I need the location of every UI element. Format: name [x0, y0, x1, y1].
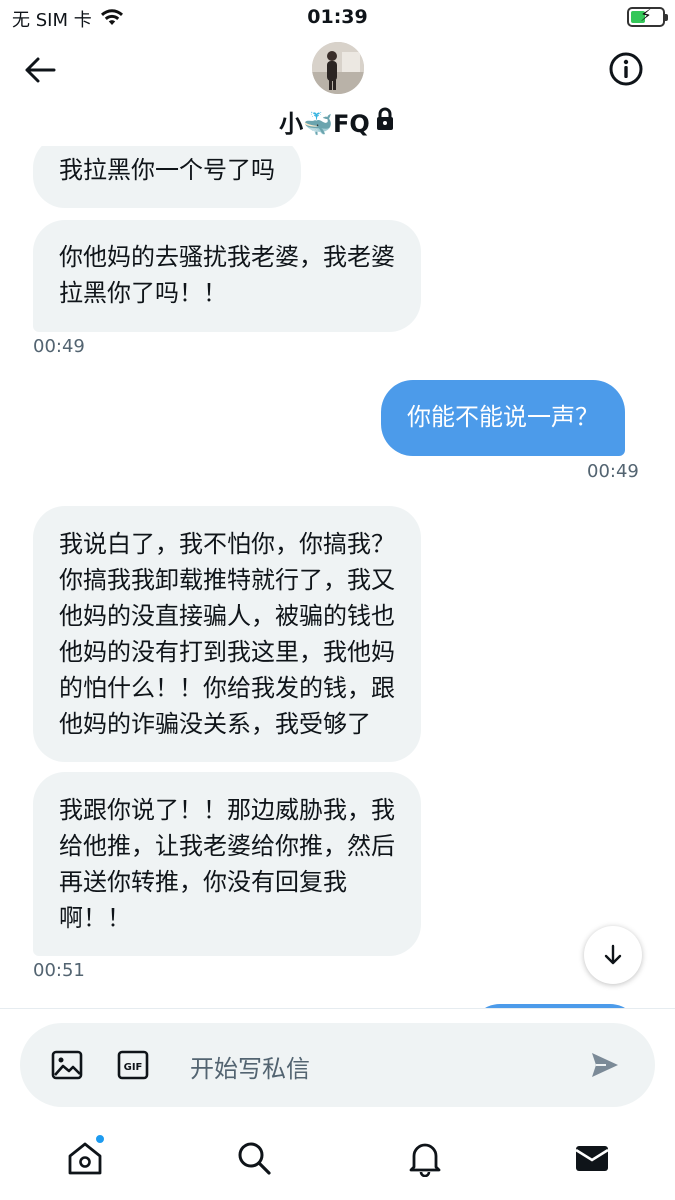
- lock-icon: [374, 107, 396, 137]
- status-bar: 无 SIM 卡 01:39 ⚡: [0, 0, 675, 34]
- message-input[interactable]: 开始写私信: [190, 1049, 310, 1084]
- clock: 01:39: [307, 6, 368, 28]
- tab-messages[interactable]: [572, 1138, 612, 1178]
- charging-icon: ⚡: [640, 6, 652, 26]
- notification-dot: [95, 1134, 105, 1144]
- home-icon: [68, 1142, 102, 1175]
- tab-search[interactable]: [234, 1138, 274, 1178]
- image-button[interactable]: [50, 1048, 84, 1082]
- svg-text:GIF: GIF: [124, 1062, 143, 1073]
- gif-button[interactable]: GIF: [116, 1048, 150, 1082]
- message-list[interactable]: 我拉黑你一个号了吗 你他妈的去骚扰我老婆，我老婆 拉黑你了吗！！ 00:49 你…: [0, 146, 675, 1008]
- message-line: 啊！！: [59, 904, 131, 932]
- message-bubble-incoming[interactable]: 我拉黑你一个号了吗: [33, 146, 301, 208]
- message-bubble-outgoing[interactable]: 你能不能说一声？: [381, 380, 625, 456]
- info-icon: [609, 52, 643, 86]
- send-icon: [592, 1053, 618, 1077]
- battery-icon: ⚡: [627, 6, 668, 27]
- search-icon: [238, 1142, 271, 1175]
- message-line: 拉黑你了吗！！: [59, 279, 227, 307]
- message-timestamp: 00:51: [33, 960, 85, 981]
- mail-icon: [575, 1146, 609, 1171]
- message-timestamp: 00:49: [33, 336, 85, 357]
- arrow-down-icon: [604, 944, 622, 965]
- info-button[interactable]: [607, 50, 645, 88]
- message-line: 给他推，让我老婆给你推，然后: [59, 832, 395, 860]
- scroll-to-bottom-button[interactable]: [584, 926, 642, 984]
- back-button[interactable]: [20, 50, 60, 90]
- contact-name-row[interactable]: 小🐳FQ: [0, 104, 675, 139]
- tab-notifications[interactable]: [405, 1138, 445, 1178]
- tab-bar: [0, 1118, 675, 1200]
- message-bubble-incoming[interactable]: 我说白了，我不怕你，你搞我？ 你搞我我卸载推特就行了，我又 他妈的没直接骗人，被…: [33, 506, 421, 762]
- message-bubble-incoming[interactable]: 你他妈的去骚扰我老婆，我老婆 拉黑你了吗！！: [33, 220, 421, 332]
- message-line: 他妈的没直接骗人，被骗的钱也: [59, 602, 395, 630]
- message-line: 再送你转推，你没有回复我: [59, 868, 347, 896]
- message-timestamp: 00:49: [587, 461, 639, 482]
- message-line: 我拉黑你一个号了吗: [59, 156, 275, 184]
- send-button[interactable]: [588, 1048, 622, 1082]
- gif-icon: GIF: [117, 1050, 149, 1080]
- bell-icon: [409, 1143, 441, 1177]
- message-line: 他妈的没有打到我这里，我他妈: [59, 638, 395, 666]
- composer-bar: GIF 开始写私信: [0, 1008, 675, 1118]
- message-line: 你他妈的去骚扰我老婆，我老婆: [59, 243, 395, 271]
- message-line: 你搞我我卸载推特就行了，我又: [59, 566, 395, 594]
- composer: GIF 开始写私信: [20, 1023, 655, 1107]
- image-icon: [51, 1050, 83, 1080]
- message-line: 的怕什么！！你给我发的钱，跟: [59, 674, 395, 702]
- message-line: 你能不能说一声？: [407, 403, 599, 431]
- message-line: 我跟你说了！！那边威胁我，我: [59, 796, 395, 824]
- avatar[interactable]: [312, 42, 364, 94]
- message-line: 他妈的诈骗没关系，我受够了: [59, 710, 371, 738]
- message-line: 我说白了，我不怕你，你搞我？: [59, 530, 395, 558]
- back-arrow-icon: [25, 57, 56, 83]
- tab-home[interactable]: [65, 1134, 105, 1178]
- conversation-header: 小🐳FQ: [0, 34, 675, 146]
- contact-name: 小🐳FQ: [279, 110, 370, 138]
- message-bubble-incoming[interactable]: 我跟你说了！！那边威胁我，我 给他推，让我老婆给你推，然后 再送你转推，你没有回…: [33, 772, 421, 956]
